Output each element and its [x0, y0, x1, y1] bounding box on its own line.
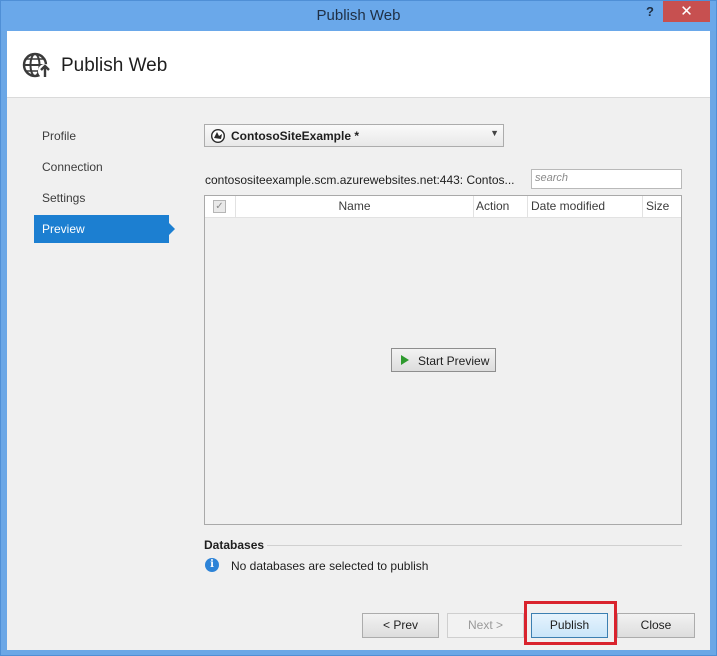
dialog-title: Publish Web — [61, 55, 168, 76]
target-url: contosositeexample.scm.azurewebsites.net… — [205, 173, 515, 187]
azure-icon — [211, 129, 225, 143]
nav-item-preview[interactable]: Preview — [34, 215, 175, 243]
start-preview-label: Start Preview — [418, 354, 490, 368]
column-header-action[interactable]: Action — [474, 196, 528, 217]
info-icon: i — [205, 558, 219, 572]
start-preview-button[interactable]: Start Preview — [391, 348, 496, 372]
play-icon — [401, 355, 409, 365]
nav-item-settings[interactable]: Settings — [34, 184, 169, 212]
column-check: ✓ — [205, 196, 236, 217]
nav-item-connection[interactable]: Connection — [34, 153, 169, 181]
publish-web-window: Publish Web ? ✕ Publish Web Profile Conn… — [0, 0, 717, 656]
file-preview-grid: ✓ Name Action Date modified Size Start P… — [204, 195, 682, 525]
profile-selected-value: ContosoSiteExample * — [231, 129, 360, 143]
globe-publish-icon — [22, 52, 52, 78]
title-bar[interactable]: Publish Web ? ✕ — [1, 1, 716, 31]
databases-message: No databases are selected to publish — [231, 559, 429, 573]
window-title: Publish Web — [316, 7, 401, 24]
next-button[interactable]: Next > — [447, 613, 524, 638]
dialog-client: Publish Web Profile Connection Settings … — [7, 31, 710, 650]
nav-item-profile[interactable]: Profile — [34, 122, 169, 150]
grid-header: ✓ Name Action Date modified Size — [205, 196, 681, 218]
column-header-date-modified[interactable]: Date modified — [528, 196, 643, 217]
profile-dropdown[interactable]: ContosoSiteExample * ▼ — [204, 124, 504, 147]
dialog-header: Publish Web — [7, 31, 710, 98]
wizard-nav: Profile Connection Settings Preview — [34, 122, 175, 246]
column-header-name[interactable]: Name — [236, 196, 474, 217]
databases-divider — [267, 545, 682, 546]
help-button[interactable]: ? — [642, 4, 658, 20]
column-header-size[interactable]: Size — [643, 196, 681, 217]
databases-heading: Databases — [204, 538, 265, 552]
window-close-button[interactable]: ✕ — [663, 1, 710, 22]
close-button[interactable]: Close — [617, 613, 695, 638]
publish-button[interactable]: Publish — [531, 613, 608, 638]
chevron-down-icon: ▼ — [490, 128, 499, 138]
prev-button[interactable]: < Prev — [362, 613, 439, 638]
search-input[interactable]: search — [531, 169, 682, 189]
select-all-checkbox[interactable]: ✓ — [213, 200, 226, 213]
